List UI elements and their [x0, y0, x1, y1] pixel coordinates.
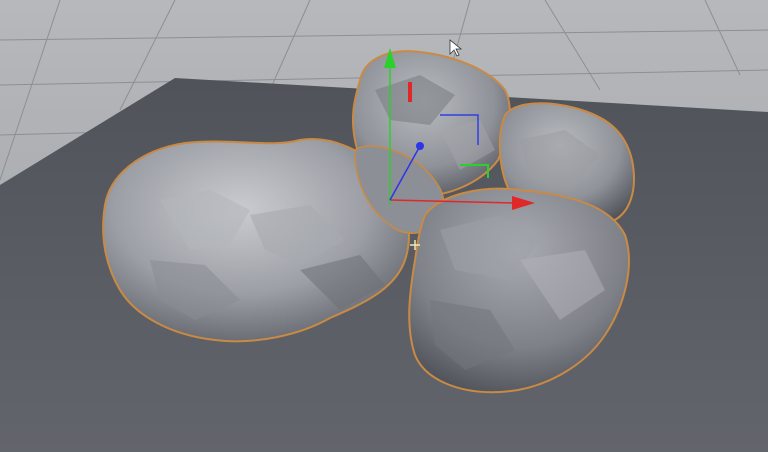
viewport-scene[interactable]	[0, 0, 768, 452]
z-axis-handle[interactable]	[416, 142, 424, 150]
3d-viewport[interactable]	[0, 0, 768, 452]
x-rotation-handle[interactable]	[408, 82, 412, 102]
